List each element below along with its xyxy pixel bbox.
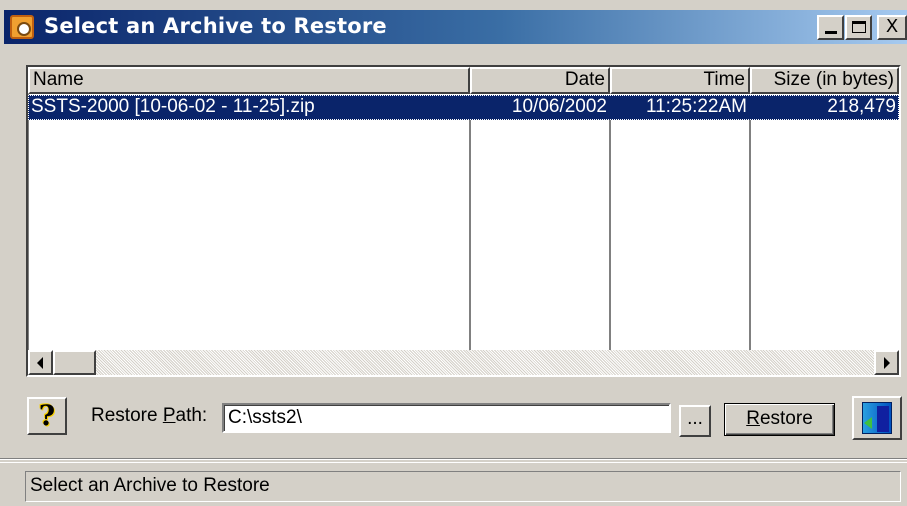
list-header: Name Date Time Size (in bytes) (28, 67, 899, 95)
scrollbar-thumb[interactable] (53, 350, 96, 375)
exit-door-icon (862, 402, 892, 434)
cell-size: 218,479 (827, 96, 896, 117)
divider (0, 458, 907, 460)
column-header-date[interactable]: Date (470, 67, 610, 94)
column-header-size[interactable]: Size (in bytes) (750, 67, 899, 94)
maximize-icon (852, 21, 866, 33)
table-row[interactable]: SSTS-2000 [10-06-02 - 11-25].zip 10/06/2… (28, 95, 899, 120)
restore-button-hotkey: R (746, 408, 760, 429)
restore-button[interactable]: Restore (724, 403, 835, 436)
help-icon: ? (38, 399, 56, 432)
restore-path-label-text-end: ath: (175, 405, 208, 426)
restore-archive-dialog: Select an Archive to Restore X Name Date… (0, 0, 907, 506)
app-icon (10, 15, 34, 39)
status-bar: Select an Archive to Restore (0, 462, 907, 506)
minimize-button[interactable] (817, 15, 844, 40)
maximize-button[interactable] (845, 15, 872, 40)
exit-arrow-icon (864, 417, 872, 429)
column-header-time[interactable]: Time (610, 67, 750, 94)
help-button[interactable]: ? (27, 397, 67, 435)
exit-button[interactable] (852, 396, 902, 440)
restore-path-label-text: Restore (91, 405, 163, 426)
status-text: Select an Archive to Restore (25, 471, 901, 502)
scroll-right-button[interactable] (874, 350, 899, 375)
archive-list[interactable]: Name Date Time Size (in bytes) SSTS-2000… (26, 65, 901, 377)
restore-button-label: estore (759, 408, 813, 429)
restore-path-label: Restore Path: (91, 405, 207, 427)
column-header-name[interactable]: Name (28, 67, 470, 94)
restore-path-input[interactable]: C:\ssts2\ (222, 403, 671, 433)
cell-name: SSTS-2000 [10-06-02 - 11-25].zip (31, 96, 315, 117)
window-title: Select an Archive to Restore (44, 14, 387, 38)
cell-time: 11:25:22AM (645, 96, 747, 117)
title-bar[interactable]: Select an Archive to Restore X (4, 10, 907, 44)
close-button[interactable]: X (877, 15, 907, 40)
arrow-left-icon (37, 357, 43, 369)
scroll-left-button[interactable] (28, 350, 53, 375)
cell-date: 10/06/2002 (511, 96, 607, 117)
browse-button[interactable]: ... (679, 405, 711, 437)
column-divider (749, 95, 751, 350)
column-divider (609, 95, 611, 350)
restore-path-label-hotkey: P (162, 405, 176, 426)
minimize-icon (825, 31, 837, 34)
column-divider (469, 95, 471, 350)
arrow-right-icon (884, 357, 890, 369)
horizontal-scrollbar[interactable] (28, 350, 899, 375)
close-icon: X (885, 16, 899, 37)
